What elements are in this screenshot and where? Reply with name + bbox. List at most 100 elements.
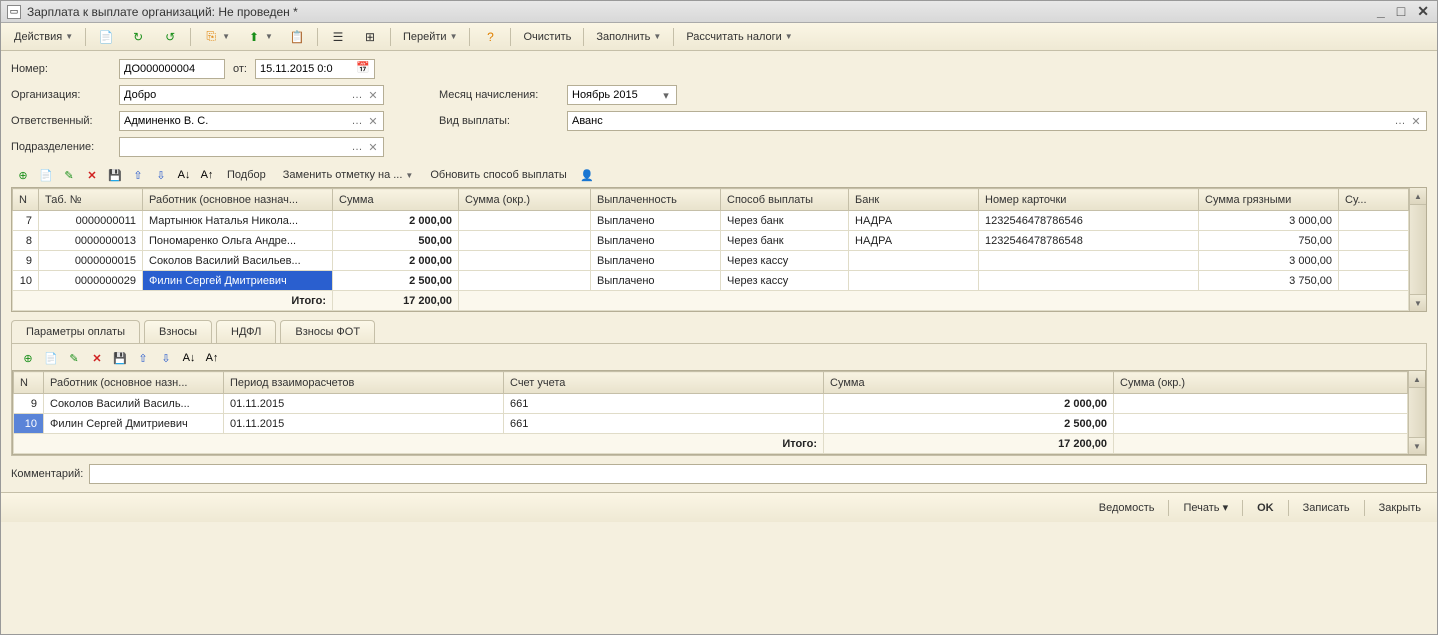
comment-field[interactable] (89, 464, 1427, 484)
link-icon[interactable]: ⎘▼ (196, 25, 237, 49)
col-card[interactable]: Номер карточки (979, 189, 1199, 211)
clear-icon[interactable]: ✕ (365, 87, 381, 103)
move-down-icon[interactable]: ⇩ (156, 348, 176, 368)
col-tab[interactable]: Таб. № (39, 189, 143, 211)
new-doc-icon[interactable]: 📄 (91, 25, 121, 49)
total-label: Итого: (13, 291, 333, 311)
spinner-icon[interactable]: ▾ (658, 87, 674, 103)
table-row[interactable]: 10Филин Сергей Дмитриевич01.11.20156612 … (14, 414, 1408, 434)
replace-mark-button[interactable]: Заменить отметку на ...▼ (276, 165, 421, 185)
copy-row-icon[interactable]: 📄 (41, 348, 61, 368)
add-row-icon[interactable]: ⊕ (18, 348, 38, 368)
responsible-field[interactable]: Админенко В. С.…✕ (119, 111, 384, 131)
sub-total-sum: 17 200,00 (824, 434, 1114, 454)
save-button[interactable]: Записать (1297, 498, 1356, 518)
sort-asc-icon[interactable]: A↓ (179, 348, 199, 368)
col-method[interactable]: Способ выплаты (721, 189, 849, 211)
dropdown-icon[interactable]: … (349, 139, 365, 155)
sort-desc-icon[interactable]: A↑ (202, 348, 222, 368)
import-icon[interactable]: ↻ (123, 25, 153, 49)
tab-contributions[interactable]: Взносы (144, 320, 212, 343)
clear-button[interactable]: Очистить (516, 27, 578, 47)
edit-row-icon[interactable]: ✎ (59, 165, 79, 185)
org-field[interactable]: Добро…✕ (119, 85, 384, 105)
number-field[interactable]: ДО000000004 (119, 59, 225, 79)
dropdown-icon[interactable]: … (1392, 113, 1408, 129)
calc-taxes-button[interactable]: Рассчитать налоги▼ (679, 27, 799, 47)
edit-row-icon[interactable]: ✎ (64, 348, 84, 368)
tab-fot[interactable]: Взносы ФОТ (280, 320, 375, 343)
sort-asc-icon[interactable]: A↓ (174, 165, 194, 185)
selection-button[interactable]: Подбор (220, 165, 273, 185)
col-sum-okr[interactable]: Сумма (окр.) (459, 189, 591, 211)
table-row[interactable]: 100000000029Филин Сергей Дмитриевич2 500… (13, 271, 1409, 291)
fill-button[interactable]: Заполнить▼ (589, 27, 668, 47)
col-n[interactable]: N (13, 189, 39, 211)
close-button-footer[interactable]: Закрыть (1373, 498, 1427, 518)
number-label: Номер: (11, 63, 111, 75)
calendar-icon[interactable]: 📅 (356, 61, 372, 77)
save-row-icon[interactable]: 💾 (105, 165, 125, 185)
tab-payment-params[interactable]: Параметры оплаты (11, 320, 140, 343)
maximize-button[interactable]: □ (1395, 3, 1407, 20)
delete-row-icon[interactable]: ✕ (82, 165, 102, 185)
actions-button[interactable]: Действия▼ (7, 27, 80, 47)
table-row[interactable]: 9Соколов Василий Василь...01.11.20156612… (14, 394, 1408, 414)
payment-type-field[interactable]: Аванс…✕ (567, 111, 1427, 131)
move-up-icon[interactable]: ⇧ (128, 165, 148, 185)
col-period[interactable]: Период взаиморасчетов (224, 372, 504, 394)
sort-desc-icon[interactable]: A↑ (197, 165, 217, 185)
minimize-button[interactable]: _ (1375, 3, 1387, 20)
clear-icon[interactable]: ✕ (365, 113, 381, 129)
table-row[interactable]: 80000000013Пономаренко Ольга Андре...500… (13, 231, 1409, 251)
save-row-icon[interactable]: 💾 (110, 348, 130, 368)
help-icon[interactable]: ? (475, 25, 505, 49)
vscroll[interactable]: ▲ ▼ (1408, 371, 1425, 454)
ok-button[interactable]: OK (1251, 498, 1280, 518)
delete-row-icon[interactable]: ✕ (87, 348, 107, 368)
person-icon[interactable]: 👤 (577, 165, 597, 185)
clear-icon[interactable]: ✕ (365, 139, 381, 155)
col-paid[interactable]: Выплаченность (591, 189, 721, 211)
scroll-down-icon[interactable]: ▼ (1410, 294, 1426, 311)
scroll-up-icon[interactable]: ▲ (1410, 188, 1426, 205)
table-row[interactable]: 90000000015Соколов Василий Васильев...2 … (13, 251, 1409, 271)
dropdown-icon[interactable]: … (349, 87, 365, 103)
sheet-button[interactable]: Ведомость (1093, 498, 1161, 518)
doc-icon: ▭ (7, 5, 21, 19)
export-icon[interactable]: ↺ (155, 25, 185, 49)
go-button[interactable]: Перейти▼ (396, 27, 465, 47)
list-icon[interactable]: ☰ (323, 25, 353, 49)
col-sum-okr[interactable]: Сумма (окр.) (1114, 372, 1408, 394)
month-field[interactable]: Ноябрь 2015▾ (567, 85, 677, 105)
col-gross[interactable]: Сумма грязными (1199, 189, 1339, 211)
subdivision-label: Подразделение: (11, 141, 111, 153)
close-button[interactable]: ✕ (1415, 3, 1431, 20)
vscroll[interactable]: ▲ ▼ (1409, 188, 1426, 311)
subdivision-field[interactable]: …✕ (119, 137, 384, 157)
col-sum[interactable]: Сумма (333, 189, 459, 211)
update-method-button[interactable]: Обновить способ выплаты (423, 165, 573, 185)
move-down-icon[interactable]: ⇩ (151, 165, 171, 185)
copy-row-icon[interactable]: 📄 (36, 165, 56, 185)
scroll-up-icon[interactable]: ▲ (1409, 371, 1425, 388)
clear-icon[interactable]: ✕ (1408, 113, 1424, 129)
dropdown-icon[interactable]: … (349, 113, 365, 129)
col-n[interactable]: N (14, 372, 44, 394)
col-worker[interactable]: Работник (основное назн... (44, 372, 224, 394)
move-up-icon[interactable]: ⇧ (133, 348, 153, 368)
col-bank[interactable]: Банк (849, 189, 979, 211)
hierarchy-icon[interactable]: ⬆▼ (239, 25, 280, 49)
structure-icon[interactable]: ⊞ (355, 25, 385, 49)
add-row-icon[interactable]: ⊕ (13, 165, 33, 185)
col-account[interactable]: Счет учета (504, 372, 824, 394)
table-row[interactable]: 70000000011Мартынюк Наталья Никола...2 0… (13, 211, 1409, 231)
scroll-down-icon[interactable]: ▼ (1409, 437, 1425, 454)
col-sum[interactable]: Сумма (824, 372, 1114, 394)
tab-ndfl[interactable]: НДФЛ (216, 320, 276, 343)
col-su[interactable]: Су... (1339, 189, 1409, 211)
apply-icon[interactable]: 📋 (282, 25, 312, 49)
col-worker[interactable]: Работник (основное назнач... (143, 189, 333, 211)
print-button[interactable]: Печать ▾ (1177, 497, 1234, 518)
date-field[interactable]: 15.11.2015 0:0📅 (255, 59, 375, 79)
